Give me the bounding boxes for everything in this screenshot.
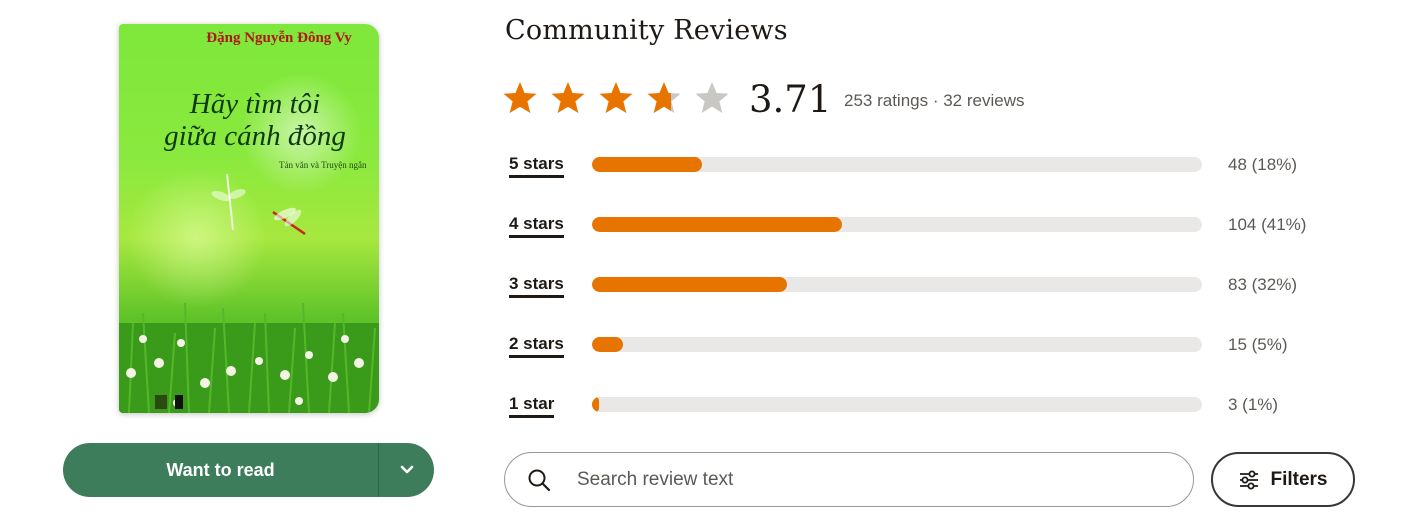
search-icon <box>528 469 551 491</box>
rating-row-count: 104 (41%) <box>1228 215 1307 234</box>
sliders-icon <box>1240 470 1259 489</box>
dragonfly-illustration-2 <box>272 207 306 236</box>
rating-row: 5 stars 48 (18%) <box>509 150 1309 210</box>
ratings-reviews-count: 253 ratings · 32 reviews <box>844 91 1025 110</box>
filters-label: Filters <box>1270 468 1328 490</box>
cover-title: Hãy tìm tôi giữa cánh đồng <box>141 88 369 152</box>
cover-author: Đặng Nguyễn Đông Vy <box>206 30 352 46</box>
cover-subtitle: Tản văn và Truyện ngắn <box>279 160 367 170</box>
star-icon <box>647 82 681 113</box>
star-icon <box>503 82 537 113</box>
chevron-down-icon <box>400 465 413 474</box>
review-search-box <box>504 452 1194 507</box>
rating-row: 4 stars 104 (41%) <box>509 210 1309 270</box>
want-to-read-button[interactable]: Want to read <box>63 443 378 497</box>
grass-illustration <box>119 302 379 413</box>
rating-row-count: 48 (18%) <box>1228 155 1297 174</box>
rating-row: 1 star 3 (1%) <box>509 390 1309 450</box>
community-reviews-heading: Community Reviews <box>505 15 788 46</box>
rating-row-label[interactable]: 3 stars <box>509 274 564 298</box>
rating-bar-fill <box>592 277 788 292</box>
average-rating-stars <box>502 80 730 120</box>
rating-row: 2 stars 15 (5%) <box>509 330 1309 390</box>
rating-bar-track[interactable] <box>592 217 1202 232</box>
cover-title-line1: Hãy tìm tôi <box>189 88 321 120</box>
rating-histogram: 5 stars 48 (18%) 4 stars 104 (41%) 3 stars 83… <box>509 150 1309 450</box>
dragonfly-illustration <box>211 174 246 231</box>
shelf-dropdown-button[interactable] <box>379 443 434 497</box>
filters-button[interactable]: Filters <box>1211 452 1355 507</box>
rating-row-label[interactable]: 2 stars <box>509 334 564 358</box>
cover-title-line2: giữa cánh đồng <box>164 120 346 152</box>
rating-row-count: 3 (1%) <box>1228 395 1279 414</box>
rating-bar-track[interactable] <box>592 157 1202 172</box>
star-icon <box>695 82 729 113</box>
rating-row-count: 83 (32%) <box>1228 275 1297 294</box>
rating-row-label[interactable]: 5 stars <box>509 154 564 178</box>
rating-bar-fill <box>592 217 843 232</box>
star-icon <box>551 82 585 113</box>
want-to-read-control: Want to read <box>63 443 434 497</box>
review-search-input[interactable] <box>575 467 1139 492</box>
average-rating-value: 3.71 <box>749 78 832 121</box>
star-icon <box>599 82 633 113</box>
rating-bar-track[interactable] <box>592 397 1202 412</box>
rating-bar-track[interactable] <box>592 277 1202 292</box>
rating-bar-fill <box>592 397 600 412</box>
rating-bar-track[interactable] <box>592 337 1202 352</box>
rating-row-count: 15 (5%) <box>1228 335 1288 354</box>
rating-bar-fill <box>592 337 623 352</box>
rating-row-label[interactable]: 4 stars <box>509 214 564 238</box>
rating-row: 3 stars 83 (32%) <box>509 270 1309 330</box>
rating-bar-fill <box>592 157 702 172</box>
rating-row-label[interactable]: 1 star <box>509 394 555 418</box>
book-cover[interactable]: Đặng Nguyễn Đông Vy Hãy tìm tôi giữa cán… <box>119 24 379 413</box>
